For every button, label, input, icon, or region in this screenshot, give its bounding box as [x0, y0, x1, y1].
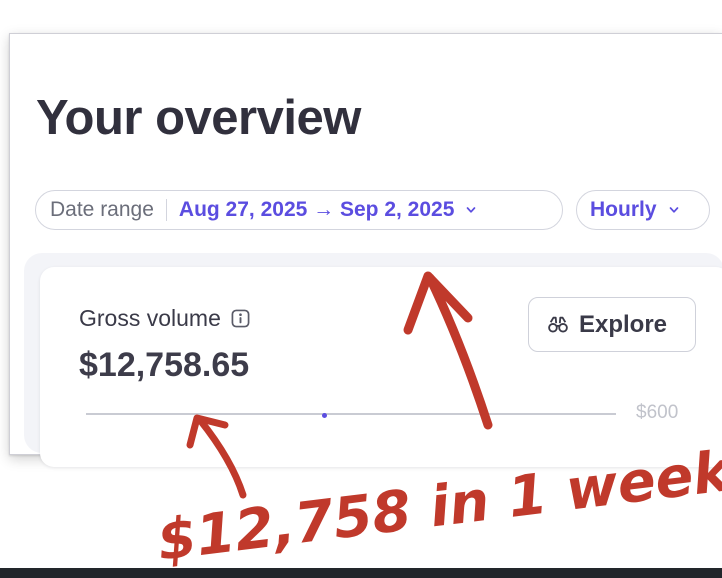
explore-label: Explore	[579, 310, 668, 338]
gross-volume-label-row: Gross volume	[79, 305, 250, 332]
date-range-value: Aug 27, 2025 → Sep 2, 2025	[178, 198, 455, 221]
date-range-filter[interactable]: Date range Aug 27, 2025 → Sep 2, 2025	[35, 190, 563, 230]
date-range-label: Date range	[50, 198, 154, 221]
gross-volume-label: Gross volume	[79, 305, 221, 331]
info-icon[interactable]	[231, 309, 250, 328]
filter-separator	[165, 199, 167, 221]
chevron-down-icon	[467, 207, 476, 213]
page-title: Your overview	[36, 91, 361, 145]
explore-button[interactable]: Explore	[528, 297, 696, 352]
chart-point	[322, 413, 327, 418]
y-axis-tick-label: $600	[636, 402, 679, 423]
chevron-down-icon	[669, 207, 678, 213]
granularity-filter[interactable]: Hourly	[576, 190, 710, 230]
chart-baseline	[86, 413, 616, 415]
taskbar-strip	[0, 568, 722, 578]
binoculars-icon	[548, 316, 568, 333]
gross-volume-value: $12,758.65	[79, 346, 250, 384]
granularity-value: Hourly	[590, 198, 657, 221]
